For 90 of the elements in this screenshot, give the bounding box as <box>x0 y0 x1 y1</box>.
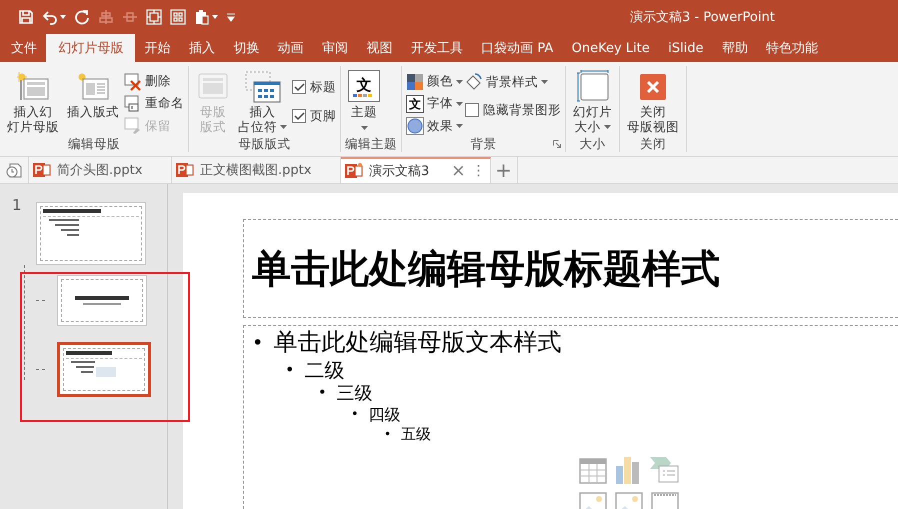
group-label: 背景 <box>470 136 496 151</box>
slide-thumbnail[interactable] <box>36 202 146 265</box>
group-label: 编辑母版 <box>68 136 120 151</box>
caret-icon <box>280 124 287 128</box>
redo-icon <box>74 9 90 25</box>
bullet: • <box>318 384 326 403</box>
ribbon-button[interactable]: 插入版式 <box>64 70 122 119</box>
slide-thumbnail[interactable] <box>57 342 151 397</box>
effects-icon <box>406 117 424 136</box>
slide-title: 单击此处编辑母版标题样式 <box>252 246 720 294</box>
slide-number: 1 <box>12 196 22 214</box>
caret-icon <box>541 80 548 84</box>
caret-icon <box>456 102 463 106</box>
clipboard-icon <box>194 9 210 25</box>
checkbox-label: 隐藏背景图形 <box>483 102 561 118</box>
checkbox-label: 页脚 <box>310 108 336 124</box>
ribbon-button[interactable]: 颜色 <box>406 72 463 92</box>
caret-icon <box>456 80 463 84</box>
window-title: 演示文稿3 - PowerPoint <box>630 9 775 26</box>
ribbon-button[interactable]: 背景样式 <box>465 72 561 92</box>
caret-icon <box>456 124 463 128</box>
body-text: 单击此处编辑母版文本样式 <box>273 328 562 358</box>
group-label: 关闭 <box>640 136 666 151</box>
close-tab-button[interactable]: × <box>451 161 466 181</box>
ribbon-tab[interactable]: OneKey Lite <box>562 34 659 62</box>
document-tab[interactable]: 简介头图.pptx <box>29 157 172 183</box>
group-label: 母版版式 <box>238 136 290 151</box>
ribbon-button[interactable]: 插入幻 灯片母版 <box>4 70 62 134</box>
undo-icon <box>42 9 58 25</box>
close-icon <box>640 74 666 100</box>
colors-icon <box>406 72 424 91</box>
ribbon-button[interactable]: 关闭 母版视图 <box>624 70 682 134</box>
ribbon-tab[interactable]: 开始 <box>135 34 180 62</box>
caret-icon <box>212 15 218 19</box>
ribbon-tab[interactable]: 特色功能 <box>757 34 828 62</box>
body-text: 四级 <box>368 404 401 425</box>
slide-size-icon <box>576 70 610 104</box>
preserve-icon <box>124 117 142 136</box>
slide-master-icon <box>16 71 50 103</box>
dialog-launcher-icon[interactable] <box>553 140 561 148</box>
checkbox-label: 标题 <box>310 78 336 96</box>
tab-menu-button[interactable]: ⋮ <box>472 163 486 179</box>
caret-icon <box>360 126 368 130</box>
caret-icon <box>60 15 66 19</box>
ribbon-tab[interactable]: 插入 <box>180 34 224 62</box>
bullet: • <box>252 330 264 356</box>
group-label: 大小 <box>580 136 606 151</box>
save-icon <box>18 9 34 25</box>
ribbon-tab[interactable]: 口袋动画 PA <box>472 34 562 62</box>
history-icon[interactable] <box>6 162 22 178</box>
ribbon-tab[interactable]: 动画 <box>268 34 313 62</box>
bullet: • <box>351 406 359 424</box>
ribbon-tab[interactable]: 切换 <box>224 34 268 62</box>
document-tab[interactable]: 演示文稿3 × ⋮ <box>341 157 491 183</box>
align-icon <box>98 9 114 25</box>
ribbon-tab[interactable]: 开发工具 <box>402 34 472 62</box>
bullet: • <box>384 426 392 443</box>
ribbon-button[interactable]: 重命名 <box>124 94 184 114</box>
ribbon-tab[interactable]: 审阅 <box>312 34 358 62</box>
ribbon-tab[interactable]: 幻灯片母版 <box>46 34 136 62</box>
checkbox[interactable] <box>292 80 306 94</box>
ribbon-button[interactable]: 效果 <box>406 116 463 136</box>
delete-icon <box>124 72 142 91</box>
slide-thumbnail[interactable] <box>57 275 147 326</box>
background-styles-icon <box>465 73 483 91</box>
bullet: • <box>285 359 294 382</box>
ribbon-button[interactable]: 插入 占位符 <box>235 70 290 134</box>
body-text: 三级 <box>336 382 372 405</box>
group-label: 编辑主题 <box>345 136 397 151</box>
grid-icon <box>170 9 186 25</box>
ribbon-tab[interactable]: iSlide <box>658 34 713 62</box>
checkbox[interactable] <box>292 109 306 123</box>
new-tab-button[interactable]: + <box>490 157 518 183</box>
ribbon-tab[interactable]: 视图 <box>357 34 402 62</box>
checkbox[interactable] <box>465 103 479 117</box>
ribbon-tab[interactable]: 文件 <box>2 34 46 62</box>
caret-icon <box>604 124 610 128</box>
placeholder-icon <box>244 71 280 103</box>
theme-icon: 文 <box>348 70 380 102</box>
title-placeholder[interactable]: 单击此处编辑母版标题样式 <box>243 219 898 318</box>
ribbon-button[interactable]: 幻灯片 大小 <box>570 70 615 134</box>
ribbon-button[interactable]: 文 字体 <box>406 94 463 114</box>
ribbon-tab[interactable]: 帮助 <box>712 34 758 62</box>
body-text: 五级 <box>401 424 432 444</box>
fonts-icon: 文 <box>406 94 424 113</box>
ribbon-button[interactable]: 文 主题 <box>345 70 383 130</box>
document-tab[interactable]: 正文横图截图.pptx <box>172 157 341 183</box>
fit-to-window-icon <box>146 9 162 25</box>
ribbon-button[interactable]: 删除 <box>124 72 184 92</box>
body-text: 二级 <box>304 358 344 383</box>
